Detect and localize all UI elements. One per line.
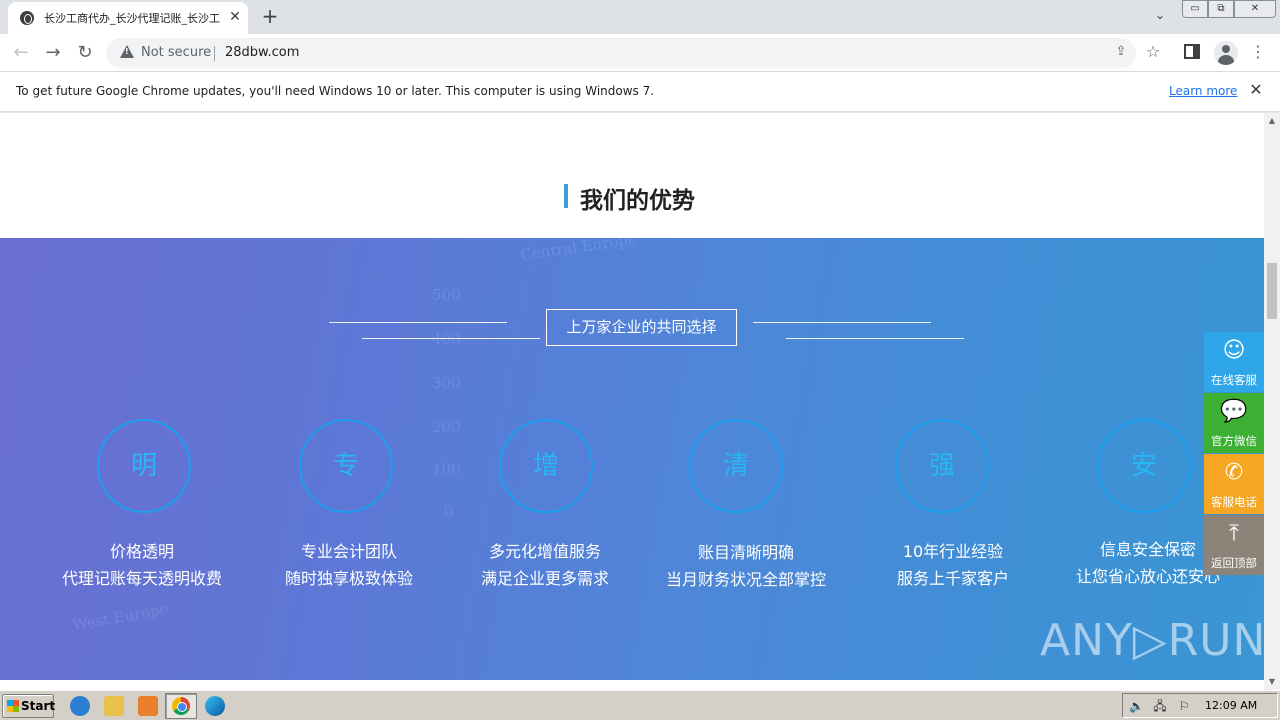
web-page: 我们的优势 Central Europe West Europe 500 400… <box>0 113 1264 680</box>
decor-line <box>753 322 931 323</box>
feature-circle: 强 <box>895 419 989 513</box>
browser-tab[interactable]: 长沙工商代办_长沙代理记账_长沙工 ✕ <box>8 2 248 34</box>
file-explorer-icon[interactable] <box>104 696 124 716</box>
advantages-banner: Central Europe West Europe 500 400 300 2… <box>0 238 1264 680</box>
qq-icon: ☺ <box>1222 338 1246 363</box>
bg-text-west: West Europe <box>71 599 170 635</box>
back-button[interactable]: ← <box>8 40 34 66</box>
decor-line <box>362 338 540 339</box>
feature-circle: 清 <box>689 419 783 513</box>
kebab-menu-icon[interactable]: ⋮ <box>1248 42 1268 64</box>
online-service-button[interactable]: ☺ 在线客服 <box>1204 332 1264 392</box>
bg-text-central: Central Europe <box>519 238 638 265</box>
media-player-icon[interactable] <box>138 696 158 716</box>
back-to-top-button[interactable]: ⤒ 返回顶部 <box>1204 515 1264 575</box>
windows-taskbar: Start 🔈 🖧 ⚐ 12:09 AM <box>0 690 1280 720</box>
bookmark-star-icon[interactable]: ☆ <box>1144 42 1162 62</box>
internet-explorer-icon[interactable] <box>70 696 90 716</box>
bg-tick: 500 <box>432 286 461 304</box>
omnibox-divider <box>214 46 215 61</box>
profile-avatar-icon[interactable] <box>1214 41 1238 65</box>
feature-desc: 代理记账每天透明收费 <box>61 569 222 588</box>
feature-desc: 当月财务状况全部掌控 <box>665 570 826 589</box>
clock[interactable]: 12:09 AM <box>1205 699 1257 712</box>
side-button-label: 官方微信 <box>1211 434 1257 448</box>
start-label: Start <box>21 699 56 713</box>
start-button[interactable]: Start <box>2 694 56 718</box>
title-accent-bar <box>564 184 568 208</box>
feature-title: 账目清晰明确 <box>697 543 794 562</box>
share-icon[interactable]: ⇪ <box>1112 44 1130 62</box>
bg-tick: 300 <box>432 374 461 392</box>
decor-line <box>786 338 964 339</box>
network-icon[interactable]: 🖧 <box>1153 699 1167 713</box>
side-button-label: 客服电话 <box>1211 495 1257 509</box>
anyrun-watermark: ANY▷RUN <box>1040 615 1267 666</box>
infobar-close-icon[interactable]: ✕ <box>1247 81 1265 99</box>
feature-circle: 明 <box>97 419 191 513</box>
tab-title: 长沙工商代办_长沙代理记账_长沙工 <box>44 12 220 25</box>
learn-more-link[interactable]: Learn more <box>1169 84 1237 98</box>
action-center-flag-icon[interactable]: ⚐ <box>1177 699 1191 713</box>
wechat-icon: 💬 <box>1220 399 1248 424</box>
banner-tagline: 上万家企业的共同选择 <box>546 309 737 346</box>
tab-strip: 长沙工商代办_长沙代理记账_长沙工 ✕ + ⌄ ▭ ⧉ ✕ <box>0 0 1280 34</box>
scroll-down-arrow-icon[interactable]: ▼ <box>1264 674 1280 690</box>
tab-close-icon[interactable]: ✕ <box>226 8 244 26</box>
restore-button[interactable]: ⧉ <box>1208 0 1234 18</box>
bg-tick: 400 <box>432 330 461 348</box>
url-text[interactable]: 28dbw.com <box>225 45 299 60</box>
feature-circle: 增 <box>499 419 593 513</box>
side-button-label: 在线客服 <box>1211 373 1257 387</box>
side-panel-icon[interactable] <box>1184 44 1200 59</box>
scroll-up-arrow-icon[interactable]: ▲ <box>1264 113 1280 129</box>
window-close-button[interactable]: ✕ <box>1234 0 1276 18</box>
browser-toolbar: ← → ↻ Not secure 28dbw.com ⇪ ☆ ⋮ <box>0 34 1280 72</box>
feature-circle: 专 <box>299 419 393 513</box>
bg-tick: 200 <box>432 418 461 436</box>
back-to-top-icon: ⤒ <box>1229 521 1239 546</box>
phone-icon: ✆ <box>1224 460 1244 485</box>
new-tab-button[interactable]: + <box>258 5 282 29</box>
section-title: 我们的优势 <box>580 188 695 214</box>
forward-button[interactable]: → <box>40 40 66 66</box>
globe-icon <box>20 11 34 25</box>
minimize-button[interactable]: ▭ <box>1182 0 1208 18</box>
chevron-down-icon[interactable]: ⌄ <box>1150 8 1170 28</box>
volume-icon[interactable]: 🔈 <box>1129 699 1144 713</box>
security-label[interactable]: Not secure <box>141 45 211 60</box>
vertical-scrollbar[interactable]: ▲ ▼ <box>1264 113 1280 690</box>
feature-circle: 安 <box>1097 419 1191 513</box>
chrome-icon <box>172 697 190 715</box>
reload-button[interactable]: ↻ <box>72 40 98 66</box>
update-infobar: To get future Google Chrome updates, you… <box>0 72 1280 112</box>
system-tray: 🔈 🖧 ⚐ 12:09 AM <box>1122 693 1278 718</box>
bg-tick: 100 <box>432 460 461 478</box>
side-button-label: 返回顶部 <box>1211 556 1257 570</box>
windows-logo-icon <box>7 700 19 712</box>
address-bar[interactable]: Not secure 28dbw.com ⇪ ☆ <box>106 38 1160 68</box>
warning-icon[interactable] <box>120 45 134 58</box>
scroll-thumb[interactable] <box>1267 263 1277 319</box>
decor-line <box>329 322 507 323</box>
feature-title: 价格透明 <box>109 542 174 561</box>
edge-icon[interactable] <box>205 696 225 716</box>
phone-button[interactable]: ✆ 客服电话 <box>1204 454 1264 514</box>
bg-tick: 0 <box>444 502 454 520</box>
wechat-button[interactable]: 💬 官方微信 <box>1204 393 1264 453</box>
taskbar-chrome-button[interactable] <box>165 693 197 719</box>
infobar-message: To get future Google Chrome updates, you… <box>16 84 655 98</box>
